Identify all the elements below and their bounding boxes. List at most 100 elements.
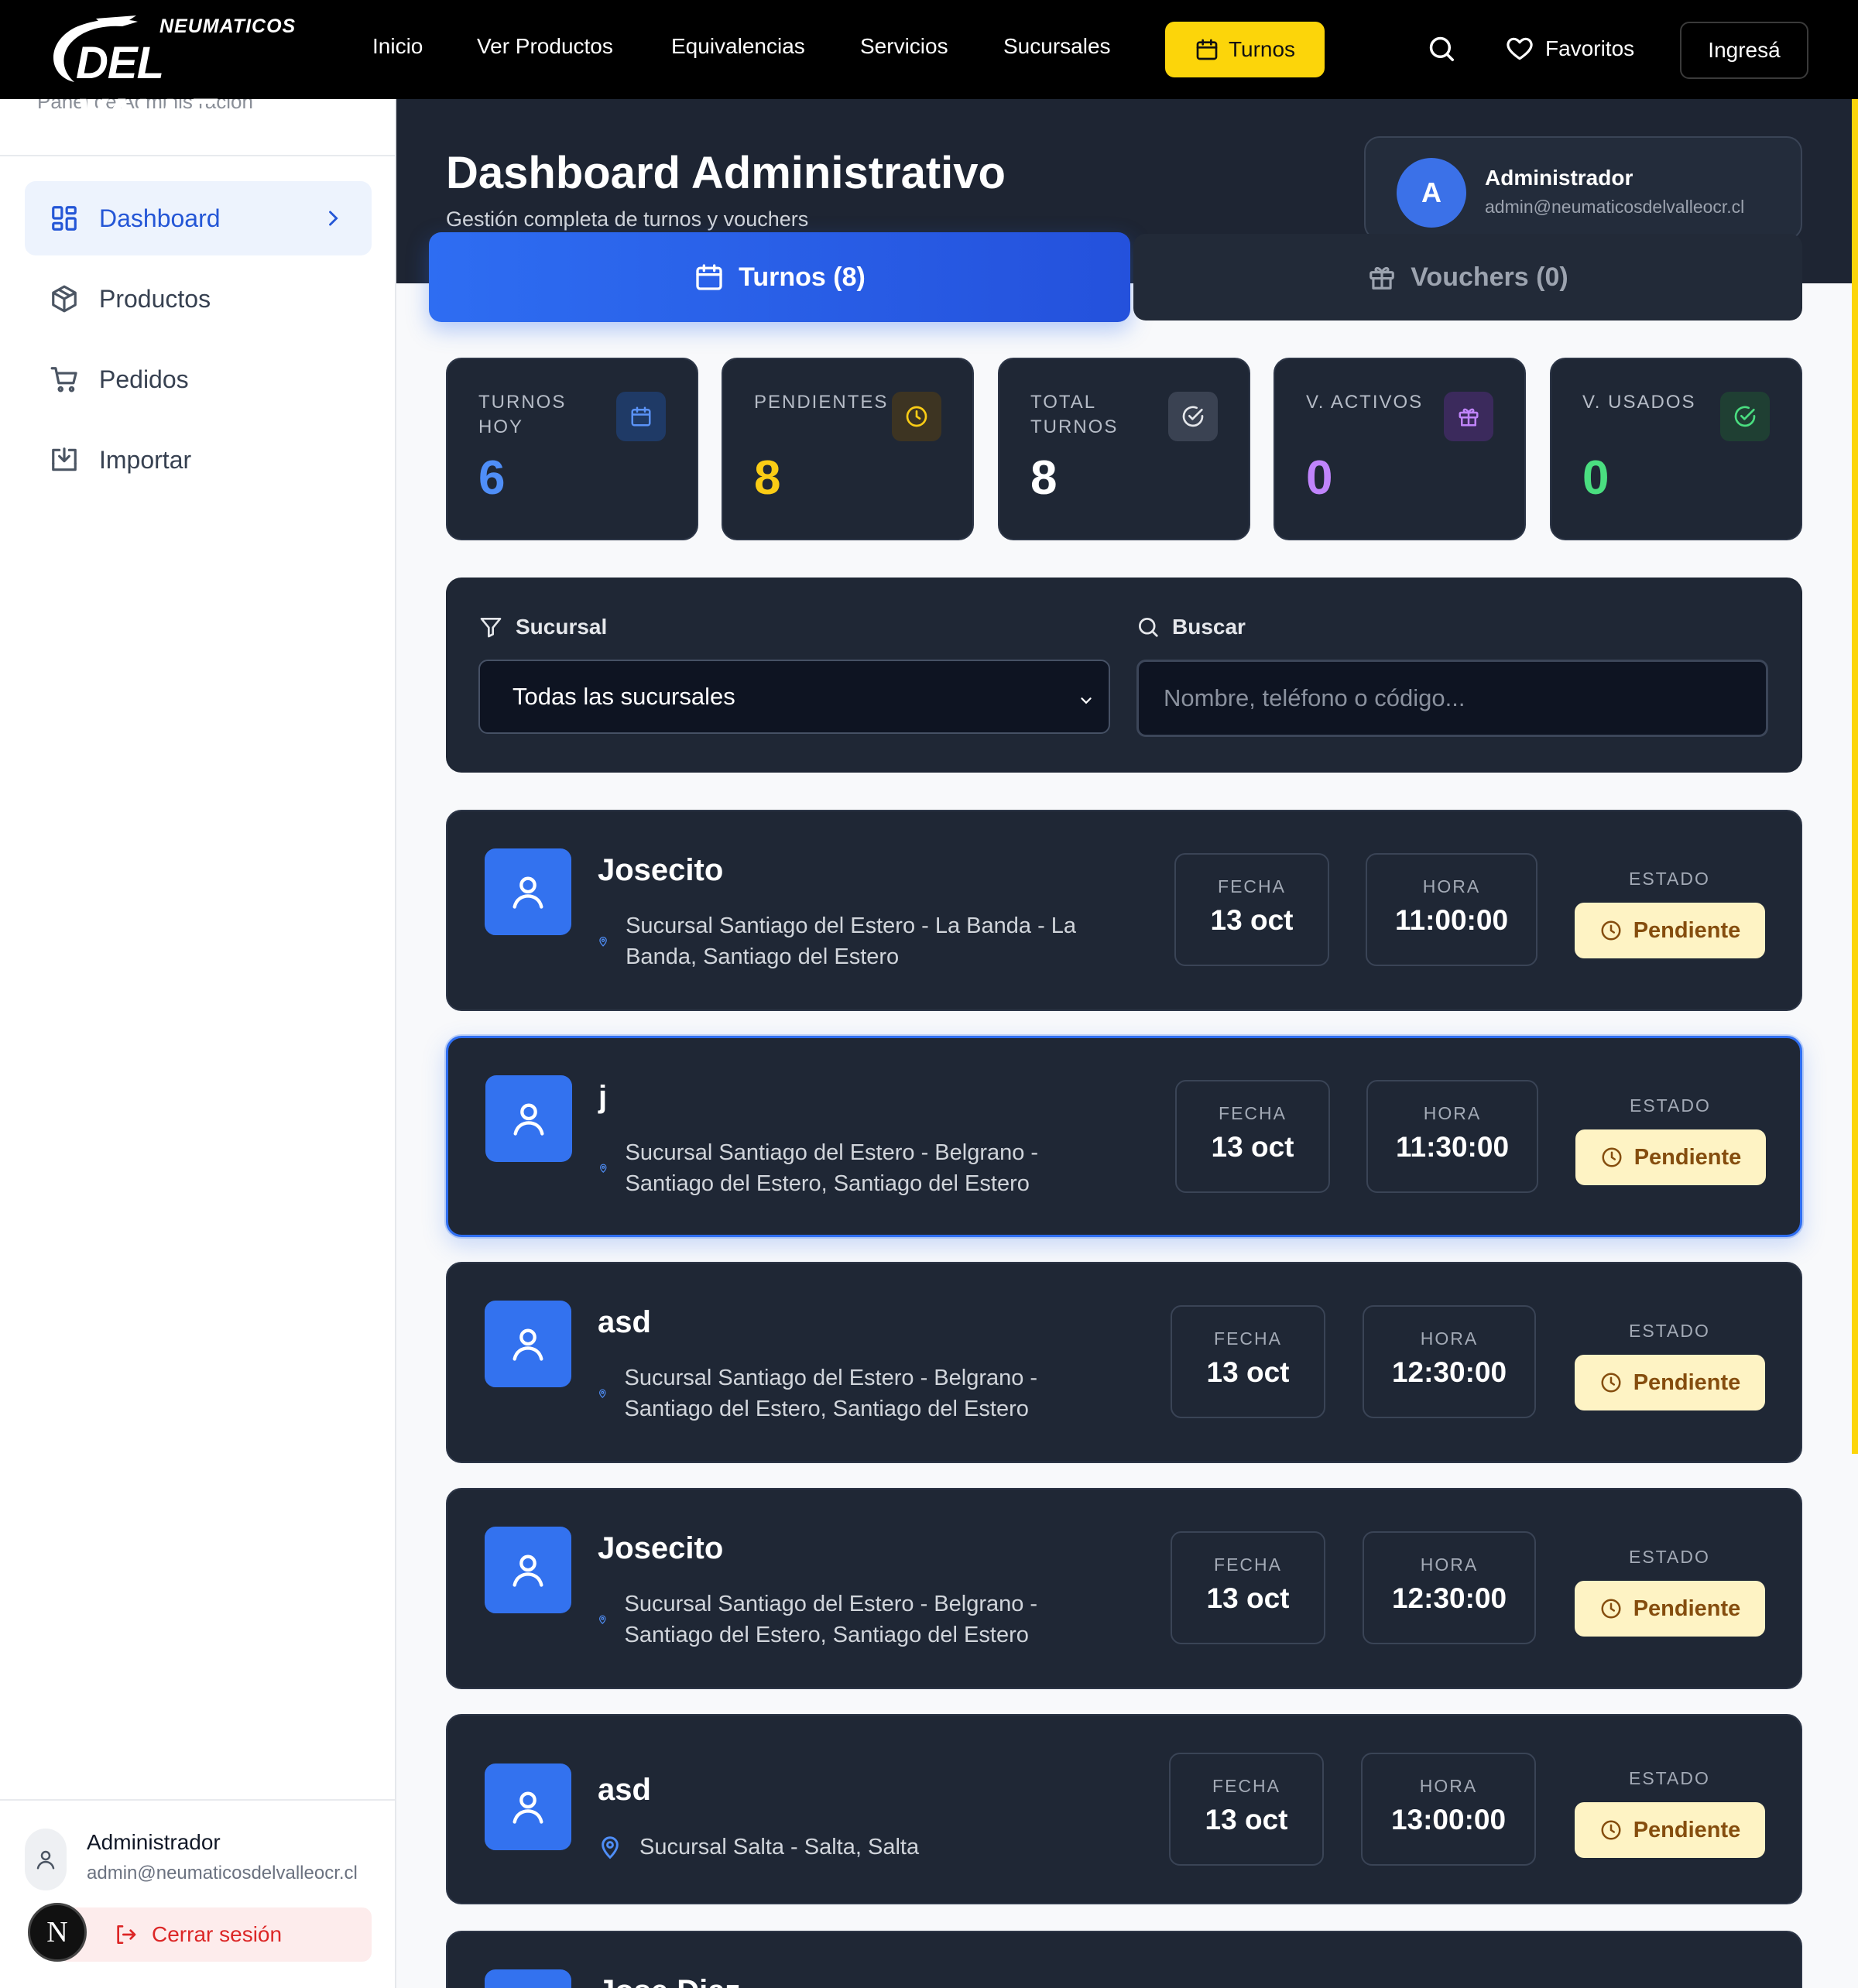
turno-location: Sucursal Salta - Salta, Salta bbox=[598, 1832, 1093, 1863]
hora-label: HORA bbox=[1419, 1776, 1478, 1796]
turno-fecha-box: FECHA 13 oct bbox=[1175, 1080, 1330, 1193]
admin-profile-card: A Administrador admin@neumaticosdelvalle… bbox=[1364, 136, 1802, 240]
dashboard-grid-icon bbox=[52, 206, 77, 231]
favoritos-link[interactable]: Favoritos bbox=[1505, 31, 1634, 67]
logo-text-small: NEUMATICOS bbox=[159, 15, 297, 37]
stat-label: TURNOS HOY bbox=[478, 392, 567, 437]
turno-hora: 12:30:00 bbox=[1391, 1582, 1507, 1614]
stat-icon-box bbox=[616, 392, 666, 441]
nav-turnos-label: Turnos bbox=[1228, 37, 1296, 61]
avatar bbox=[485, 848, 571, 935]
buscar-filter-label: Buscar bbox=[1136, 615, 1246, 639]
logout-button[interactable]: Cerrar sesión bbox=[57, 1907, 372, 1962]
turno-fecha-box: FECHA 13 oct bbox=[1171, 1531, 1325, 1644]
sucursal-select-value: Todas las sucursales bbox=[512, 683, 735, 710]
turno-client-name: Jose Diaz bbox=[598, 1974, 741, 1988]
status-badge-label: Pendiente bbox=[1633, 1144, 1742, 1170]
turno-fecha-box: FECHA 13 oct bbox=[1174, 853, 1329, 966]
turno-hora: 13:00:00 bbox=[1390, 1804, 1507, 1835]
hora-label: HORA bbox=[1420, 1328, 1479, 1349]
turno-card[interactable]: asd Sucursal Salta - Salta, Salta FECHA 13 … bbox=[446, 1714, 1802, 1904]
sucursal-filter-label: Sucursal bbox=[478, 615, 607, 639]
scrollbar-thumb[interactable] bbox=[1852, 99, 1858, 1454]
turno-card[interactable]: Jose Diaz bbox=[446, 1931, 1802, 1988]
page-title: Dashboard Administrativo bbox=[446, 148, 1006, 198]
avatar bbox=[485, 1527, 571, 1613]
turno-location-text: Sucursal Santiago del Estero - La Banda … bbox=[626, 913, 1077, 969]
sidebar-item-productos[interactable]: Productos bbox=[25, 262, 372, 336]
map-pin-icon bbox=[602, 1836, 619, 1859]
clock-icon bbox=[1601, 1820, 1621, 1840]
map-pin-icon bbox=[599, 1615, 606, 1625]
nav-turnos-button[interactable]: Turnos bbox=[1165, 22, 1325, 77]
nav-ver-productos[interactable]: Ver Productos bbox=[477, 34, 613, 59]
status-badge-label: Pendiente bbox=[1633, 917, 1741, 943]
status-badge[interactable]: Pendiente bbox=[1575, 1581, 1765, 1637]
status-badge-label: Pendiente bbox=[1633, 1596, 1741, 1621]
sidebar-bottom-divider bbox=[0, 1799, 395, 1801]
admin-name: Administrador bbox=[1485, 166, 1633, 190]
search-icon[interactable] bbox=[1427, 34, 1456, 63]
estado-label: ESTADO bbox=[1629, 869, 1710, 889]
status-badge[interactable]: Pendiente bbox=[1575, 1802, 1765, 1858]
turno-location-text: Sucursal Santiago del Estero - Belgrano … bbox=[625, 1140, 1039, 1196]
status-badge-label: Pendiente bbox=[1633, 1369, 1741, 1395]
dev-tools-badge[interactable]: N bbox=[28, 1903, 87, 1962]
logout-label: Cerrar sesión bbox=[152, 1922, 283, 1946]
turno-card[interactable]: Josecito Sucursal Santiago del Estero - B… bbox=[446, 1488, 1802, 1689]
turno-fecha: 13 oct bbox=[1206, 1356, 1290, 1388]
filter-icon bbox=[480, 618, 502, 638]
logout-icon bbox=[117, 1925, 136, 1944]
user-icon bbox=[512, 876, 543, 909]
admin-sidebar: Panel de Administración Dashboard Produc… bbox=[0, 90, 396, 1988]
cart-icon bbox=[50, 367, 77, 392]
nav-equivalencias[interactable]: Equivalencias bbox=[671, 34, 805, 59]
check-circle-icon bbox=[1182, 406, 1204, 427]
stat-icon-box bbox=[1720, 392, 1770, 441]
sucursal-label: Sucursal bbox=[516, 615, 608, 639]
stat-card-vouchers-activos: V. ACTIVOS 0 bbox=[1274, 358, 1526, 540]
turno-card[interactable]: j Sucursal Santiago del Estero - Belgrano… bbox=[446, 1036, 1802, 1237]
fecha-label: FECHA bbox=[1214, 1554, 1282, 1575]
hora-label: HORA bbox=[1420, 1554, 1479, 1575]
tab-vouchers[interactable]: Vouchers (0) bbox=[1133, 234, 1802, 320]
stat-card-pendientes: PENDIENTES 8 bbox=[722, 358, 974, 540]
map-pin-icon bbox=[599, 936, 607, 947]
sidebar-item-pedidos[interactable]: Pedidos bbox=[25, 342, 372, 416]
turno-location-text: Sucursal Salta - Salta, Salta bbox=[639, 1835, 920, 1859]
top-navbar: NEUMATICOS DEL VALLE Inicio Ver Producto… bbox=[0, 0, 1858, 140]
login-button[interactable]: Ingresá bbox=[1680, 22, 1808, 79]
sidebar-item-dashboard[interactable]: Dashboard bbox=[25, 181, 372, 255]
avatar bbox=[485, 1763, 571, 1850]
avatar bbox=[485, 1075, 572, 1162]
nav-inicio[interactable]: Inicio bbox=[372, 34, 423, 59]
status-badge[interactable]: Pendiente bbox=[1575, 903, 1765, 958]
turno-hora-box: HORA 13:00:00 bbox=[1361, 1753, 1536, 1866]
status-badge[interactable]: Pendiente bbox=[1575, 1129, 1766, 1185]
brand-logo[interactable]: NEUMATICOS DEL VALLE bbox=[46, 14, 297, 140]
gift-icon bbox=[1370, 266, 1395, 290]
turno-hora: 11:30:00 bbox=[1395, 1131, 1510, 1163]
stat-card-vouchers-usados: V. USADOS 0 bbox=[1550, 358, 1802, 540]
clock-icon bbox=[1601, 1599, 1621, 1619]
sucursal-select[interactable]: Todas las sucursales bbox=[478, 660, 1110, 734]
turno-location-text: Sucursal Santiago del Estero - Belgrano … bbox=[624, 1592, 1038, 1647]
stat-value: 0 bbox=[1306, 451, 1333, 505]
search-input[interactable] bbox=[1136, 660, 1768, 737]
nav-sucursales[interactable]: Sucursales bbox=[1003, 34, 1111, 59]
search-icon bbox=[1139, 618, 1158, 637]
hora-label: HORA bbox=[1423, 1103, 1482, 1123]
clock-icon bbox=[1602, 1147, 1622, 1167]
turno-location: Sucursal Santiago del Estero - Belgrano … bbox=[598, 1362, 1093, 1424]
sidebar-item-importar[interactable]: Importar bbox=[25, 423, 372, 497]
stat-icon-box bbox=[1444, 392, 1493, 441]
stat-value: 8 bbox=[754, 451, 781, 505]
package-icon bbox=[52, 285, 77, 313]
turno-fecha-box: FECHA 13 oct bbox=[1171, 1305, 1325, 1418]
heart-icon bbox=[1507, 37, 1533, 60]
turno-card[interactable]: Josecito Sucursal Santiago del Estero - L… bbox=[446, 810, 1802, 1011]
status-badge[interactable]: Pendiente bbox=[1575, 1355, 1765, 1410]
nav-servicios[interactable]: Servicios bbox=[860, 34, 948, 59]
turno-card[interactable]: asd Sucursal Santiago del Estero - Belgra… bbox=[446, 1262, 1802, 1463]
tab-turnos[interactable]: Turnos (8) bbox=[429, 232, 1130, 322]
